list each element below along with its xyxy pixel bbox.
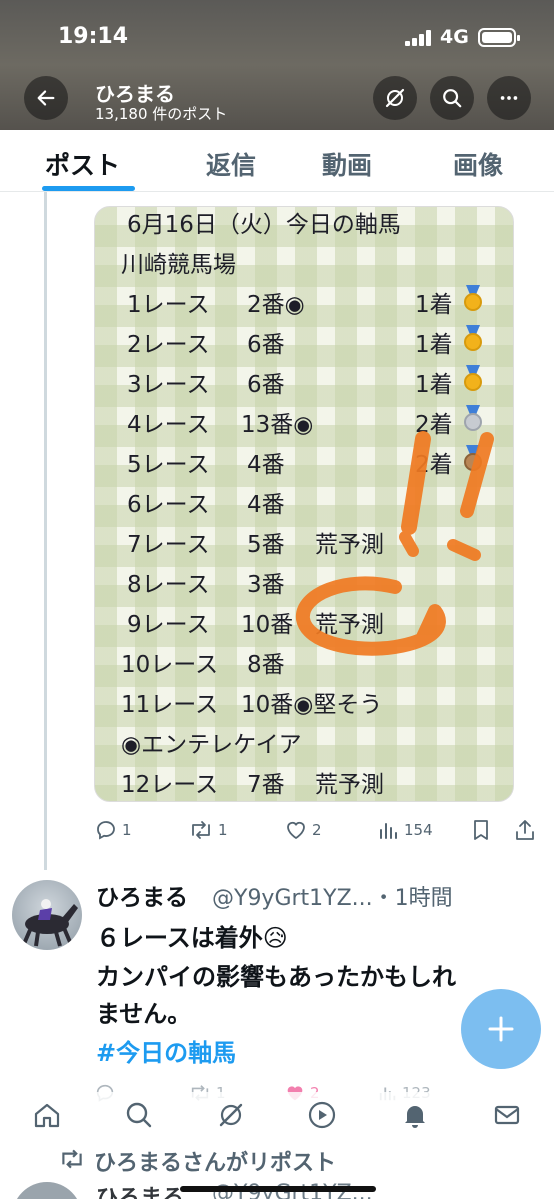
plus-icon <box>488 1016 514 1042</box>
nav-video[interactable] <box>305 1098 339 1132</box>
signal-icon <box>405 30 433 46</box>
reply-icon <box>97 821 115 840</box>
tweet-image[interactable]: 6月16日（火）今日の軸馬 川崎競馬場 1レース 2番◉ 1着 2レース 6番 … <box>94 206 514 802</box>
tweet-text-line: カンパイの影響もあったかもしれ <box>96 963 456 991</box>
tweet-text-line: ません。 <box>96 1000 192 1028</box>
network-label: 4G <box>440 26 469 48</box>
search-icon <box>126 1102 152 1128</box>
status-bar: 19:14 4G <box>0 22 554 52</box>
repost-icon <box>192 821 210 839</box>
nav-messages[interactable] <box>490 1098 524 1132</box>
bell-icon <box>405 1106 425 1128</box>
tab-indicator <box>42 186 135 191</box>
nav-notifications[interactable] <box>398 1098 432 1132</box>
arrow-left-icon <box>37 90 55 106</box>
bar-chart-icon <box>380 823 397 839</box>
orange-hand-drawn-annotation <box>295 431 494 656</box>
home-indicator <box>180 1186 376 1192</box>
nav-search[interactable] <box>122 1098 156 1132</box>
grok-icon <box>219 1103 243 1127</box>
share-button[interactable] <box>514 818 536 842</box>
mail-icon <box>494 1105 520 1125</box>
play-icon <box>308 1101 336 1129</box>
views-button[interactable]: 154 <box>378 818 433 842</box>
tab-videos[interactable]: 動画 <box>322 146 372 182</box>
heart-icon <box>287 821 305 840</box>
profile-screen: 19:14 4G ひろまる 13,180 件のポスト ポスト 返信 動画 画像 <box>0 0 554 1199</box>
view-count: 154 <box>404 821 433 839</box>
repost-button[interactable]: 1 <box>188 818 228 842</box>
profile-tabs: ポスト 返信 動画 画像 <box>0 130 554 192</box>
search-icon <box>443 89 462 108</box>
more-icon <box>500 96 518 100</box>
bookmark-icon <box>474 820 488 840</box>
like-button[interactable]: 2 <box>284 818 322 842</box>
share-icon <box>516 820 534 840</box>
bottom-navigation <box>0 1092 554 1142</box>
repost-notice: ひろまるさんがリポスト <box>94 1151 337 1176</box>
search-button[interactable] <box>430 76 474 120</box>
profile-header: 19:14 4G ひろまる 13,180 件のポスト <box>0 0 554 130</box>
tab-replies[interactable]: 返信 <box>206 146 256 182</box>
tweet-author-name[interactable]: ひろまる <box>96 1180 184 1199</box>
tweet-text-line: ６レースは着外😥 <box>96 924 288 952</box>
tab-posts[interactable]: ポスト <box>45 146 120 182</box>
like-count: 2 <box>312 821 322 839</box>
tweet-actions: 1 1 2 154 <box>94 818 534 844</box>
compose-post-button[interactable] <box>461 989 541 1069</box>
tab-images[interactable]: 画像 <box>453 146 503 182</box>
grok-button[interactable] <box>373 76 417 120</box>
horse-avatar-image <box>22 899 78 947</box>
hashtag-link[interactable]: #今日の軸馬 <box>96 1033 236 1068</box>
back-button[interactable] <box>24 76 68 120</box>
more-button[interactable] <box>487 76 531 120</box>
post-count: 13,180 件のポスト <box>95 105 228 123</box>
nav-home[interactable] <box>30 1098 64 1132</box>
home-icon <box>34 1103 60 1128</box>
repost-count: 1 <box>218 821 228 839</box>
avatar[interactable] <box>12 1182 82 1199</box>
bookmark-button[interactable] <box>470 818 492 842</box>
tweet-author-name[interactable]: ひろまる <box>96 878 188 912</box>
tweet-handle-time: @Y9yGrt1YZ...・1時間 <box>212 886 453 911</box>
nav-grok[interactable] <box>214 1098 248 1132</box>
reply-button[interactable]: 1 <box>94 818 132 842</box>
thread-line <box>44 192 47 870</box>
status-time: 19:14 <box>58 24 129 49</box>
avatar[interactable] <box>12 880 82 950</box>
battery-icon <box>478 28 520 47</box>
grok-icon <box>385 88 405 108</box>
repost-notice-icon <box>62 1149 82 1169</box>
reply-count: 1 <box>122 821 132 839</box>
